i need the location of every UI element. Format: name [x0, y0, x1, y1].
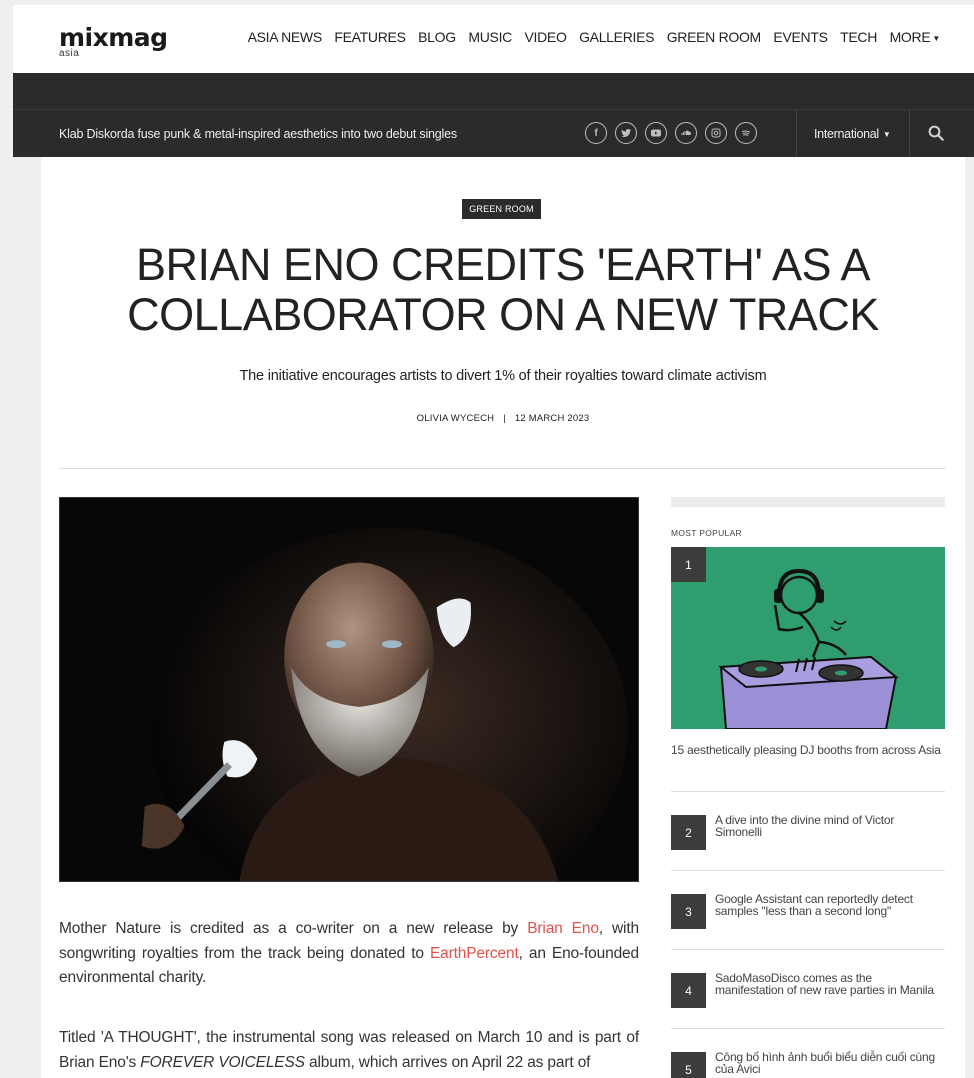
- caret-down-icon: ▼: [932, 33, 940, 43]
- nav-tech[interactable]: TECH: [840, 29, 877, 45]
- instagram-icon[interactable]: [705, 122, 727, 144]
- popular-story-link[interactable]: Công bố hình ảnh buổi biểu diễn cuối cùn…: [715, 1051, 940, 1075]
- youtube-icon[interactable]: [645, 122, 667, 144]
- popular-story-link[interactable]: A dive into the divine mind of Victor Si…: [715, 814, 940, 838]
- caret-down-icon: ▼: [880, 130, 891, 140]
- publish-date: 12 MARCH 2023: [514, 413, 590, 424]
- social-links: f: [585, 122, 757, 144]
- album-title: FOREVER VOICELESS: [140, 1053, 305, 1071]
- popular-story-link[interactable]: Google Assistant can reportedly detect s…: [715, 893, 940, 917]
- nav-green-room[interactable]: GREEN ROOM: [667, 29, 762, 45]
- ad-band: [13, 73, 974, 109]
- facebook-icon[interactable]: f: [585, 122, 607, 144]
- nav-asia-news[interactable]: ASIA NEWS: [248, 29, 323, 45]
- spotify-icon[interactable]: [735, 122, 757, 144]
- headline-line-1: BRIAN ENO CREDITS 'EARTH' AS A: [135, 239, 871, 290]
- nav-more-dropdown[interactable]: MORE ▼: [889, 29, 941, 45]
- divider: [671, 949, 945, 950]
- popular-story-link[interactable]: SadoMasoDisco comes as the manifestation…: [715, 972, 940, 996]
- category-badge[interactable]: GREEN ROOM: [462, 199, 541, 219]
- nav-events[interactable]: EVENTS: [773, 29, 828, 45]
- region-selector[interactable]: International ▼: [814, 127, 891, 141]
- hero-photo: [59, 497, 639, 882]
- article-container: GREEN ROOM BRIAN ENO CREDITS 'EARTH' AS …: [41, 157, 965, 1078]
- article-paragraph: Mother Nature is credited as a co-writer…: [59, 917, 639, 991]
- earthpercent-link[interactable]: EarthPercent: [430, 945, 519, 962]
- nav-more-label: MORE: [889, 29, 931, 45]
- popular-list-item[interactable]: 3 Google Assistant can reportedly detect…: [671, 893, 945, 934]
- main-nav-menu: ASIA NEWS FEATURES BLOG MUSIC VIDEO GALL…: [235, 29, 941, 45]
- nav-music[interactable]: MUSIC: [468, 29, 512, 45]
- rank-badge: 3: [671, 894, 706, 929]
- popular-list-item[interactable]: 4 SadoMasoDisco comes as the manifestati…: [671, 972, 945, 1013]
- nav-blog[interactable]: BLOG: [418, 29, 456, 45]
- popular-list-item[interactable]: 2 A dive into the divine mind of Victor …: [671, 814, 945, 855]
- divider: [909, 110, 910, 158]
- rank-badge: 5: [671, 1052, 706, 1078]
- popular-list-item[interactable]: 5 Công bố hình ảnh buổi biểu diễn cuối c…: [671, 1051, 945, 1078]
- twitter-icon[interactable]: [615, 122, 637, 144]
- sidebar-ad-placeholder: [671, 497, 945, 507]
- text-run: album, which arrives on April 22 as part…: [304, 1053, 591, 1071]
- nav-video[interactable]: VIDEO: [524, 29, 566, 45]
- article-headline: BRIAN ENO CREDITS 'EARTH' AS A COLLABORA…: [71, 240, 935, 340]
- region-label: International: [814, 127, 879, 141]
- news-ticker-link[interactable]: Klab Diskorda fuse punk & metal-inspired…: [59, 127, 457, 141]
- article-byline: OLIVIA WYCECH | 12 MARCH 2023: [71, 413, 935, 424]
- author-link[interactable]: OLIVIA WYCECH: [417, 413, 495, 424]
- divider: [796, 110, 797, 158]
- nav-features[interactable]: FEATURES: [334, 29, 406, 45]
- most-popular-heading: MOST POPULAR: [671, 528, 742, 538]
- byline-separator: |: [503, 413, 506, 424]
- rank-badge: 4: [671, 973, 706, 1008]
- article-subheading: The initiative encourages artists to div…: [239, 368, 767, 384]
- divider: [671, 791, 945, 792]
- nav-galleries[interactable]: GALLERIES: [579, 29, 654, 45]
- rank-badge: 1: [671, 547, 706, 582]
- featured-story-image[interactable]: [671, 547, 945, 729]
- article-paragraph: Titled 'A THOUGHT', the instrumental son…: [59, 1026, 639, 1075]
- divider: [671, 1028, 945, 1029]
- divider: [671, 870, 945, 871]
- soundcloud-icon[interactable]: [675, 122, 697, 144]
- search-icon[interactable]: [927, 124, 945, 142]
- popular-story-link[interactable]: 15 aesthetically pleasing DJ booths from…: [671, 744, 941, 757]
- headline-line-2: COLLABORATOR ON A NEW TRACK: [127, 289, 879, 340]
- top-nav-bar: mixmag asia ASIA NEWS FEATURES BLOG MUSI…: [13, 5, 974, 73]
- secondary-bar: Klab Diskorda fuse punk & metal-inspired…: [13, 109, 974, 158]
- site-logo[interactable]: mixmag asia: [59, 25, 168, 59]
- text-run: Mother Nature is credited as a co-writer…: [59, 920, 528, 937]
- brian-eno-link[interactable]: Brian Eno: [527, 920, 599, 937]
- divider: [59, 468, 946, 469]
- rank-badge: 2: [671, 815, 706, 850]
